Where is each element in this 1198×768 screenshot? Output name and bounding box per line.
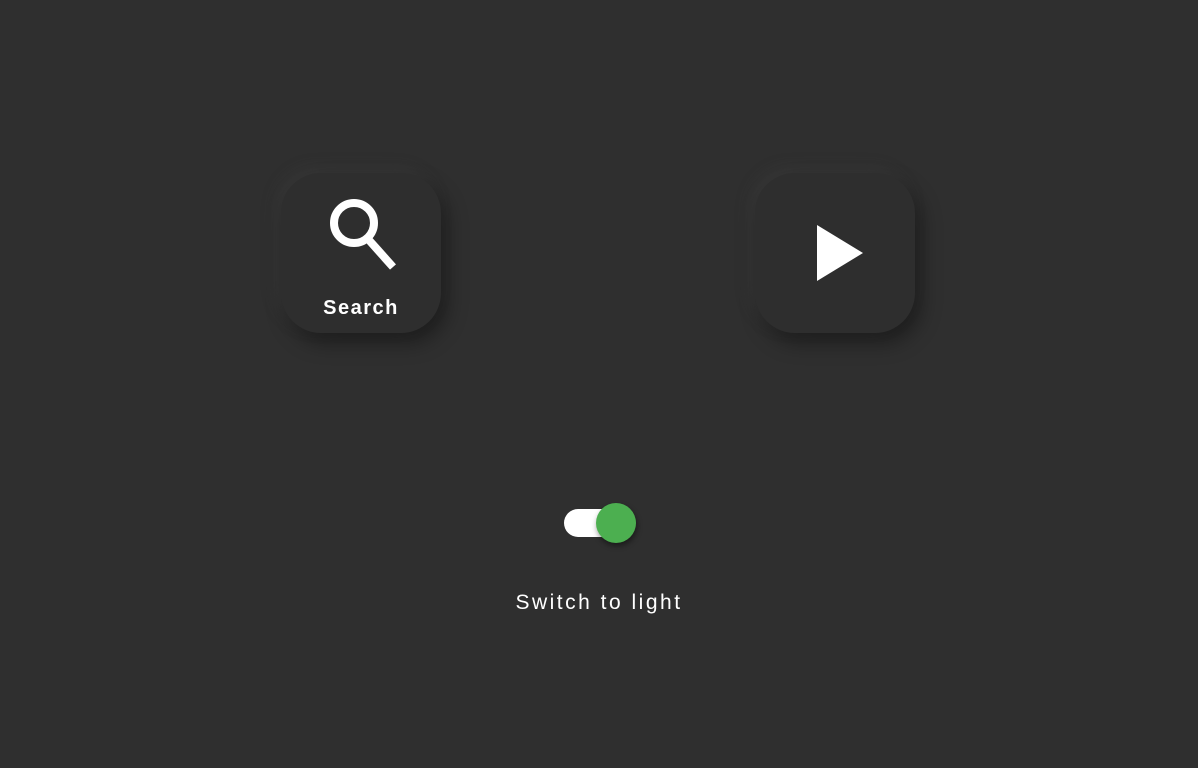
search-icon [330, 199, 396, 270]
search-button[interactable]: Search [281, 173, 441, 333]
theme-toggle-switch[interactable] [564, 503, 636, 543]
play-button[interactable] [755, 173, 915, 333]
app-canvas: Search Switch to light [0, 0, 1198, 768]
theme-toggle-label: Switch to light [515, 591, 683, 614]
toggle-knob [596, 503, 636, 543]
search-button-label: Search [323, 297, 399, 319]
play-icon [817, 225, 863, 281]
